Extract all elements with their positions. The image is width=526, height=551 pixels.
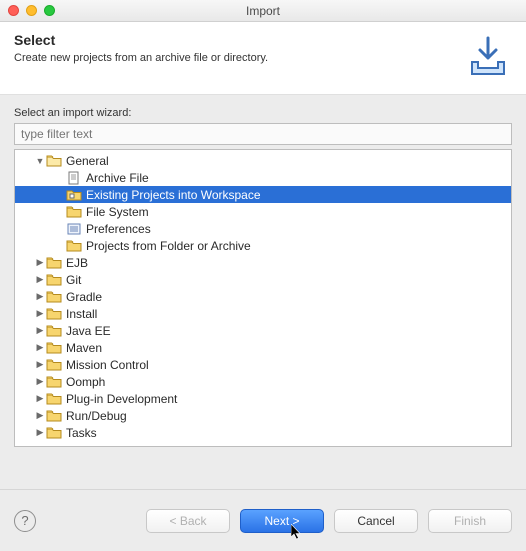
chevron-right-icon[interactable]	[35, 410, 45, 421]
folder-icon	[46, 409, 62, 423]
tree-category-java-ee[interactable]: Java EE	[15, 322, 511, 339]
tree-category-git[interactable]: Git	[15, 271, 511, 288]
wizard-footer: ? < Back Next > Cancel Finish	[0, 489, 526, 551]
tree-label: Run/Debug	[66, 409, 127, 423]
tree-item-preferences[interactable]: Preferences	[15, 220, 511, 237]
tree-label: Existing Projects into Workspace	[86, 188, 261, 202]
folder-icon	[46, 341, 62, 355]
window-controls	[8, 5, 55, 16]
chevron-right-icon[interactable]	[35, 376, 45, 387]
folder-icon	[46, 426, 62, 440]
folder-icon	[66, 239, 82, 253]
wizard-tree[interactable]: General Archive File Existing Projects i…	[14, 149, 512, 447]
tree-item-file-system[interactable]: File System	[15, 203, 511, 220]
tree-label: Archive File	[86, 171, 149, 185]
tree-label: Oomph	[66, 375, 105, 389]
tree-category-install[interactable]: Install	[15, 305, 511, 322]
tree-category-plugin-dev[interactable]: Plug-in Development	[15, 390, 511, 407]
next-button[interactable]: Next >	[240, 509, 324, 533]
back-button-label: < Back	[169, 514, 206, 528]
cancel-button-label: Cancel	[357, 514, 394, 528]
chevron-right-icon[interactable]	[35, 308, 45, 319]
minimize-icon[interactable]	[26, 5, 37, 16]
tree-label: File System	[86, 205, 149, 219]
import-banner-icon	[464, 32, 512, 80]
folder-icon	[46, 324, 62, 338]
tree-item-projects-from-folder[interactable]: Projects from Folder or Archive	[15, 237, 511, 254]
tree-label: Maven	[66, 341, 102, 355]
chevron-right-icon[interactable]	[35, 393, 45, 404]
tree-label: Mission Control	[66, 358, 149, 372]
folder-icon	[46, 375, 62, 389]
filter-input[interactable]	[14, 123, 512, 145]
folder-icon	[46, 358, 62, 372]
chevron-right-icon[interactable]	[35, 427, 45, 438]
tree-label: Preferences	[86, 222, 151, 236]
folder-open-icon	[46, 154, 62, 168]
tree-category-oomph[interactable]: Oomph	[15, 373, 511, 390]
folder-icon	[66, 205, 82, 219]
chevron-right-icon[interactable]	[35, 291, 45, 302]
page-description: Create new projects from an archive file…	[14, 52, 454, 64]
chevron-right-icon[interactable]	[35, 257, 45, 268]
tree-label: Plug-in Development	[66, 392, 177, 406]
tree-item-archive-file[interactable]: Archive File	[15, 169, 511, 186]
tree-label: Git	[66, 273, 81, 287]
folder-icon	[46, 392, 62, 406]
wizard-select-label: Select an import wizard:	[14, 107, 512, 119]
folder-icon	[46, 307, 62, 321]
chevron-right-icon[interactable]	[35, 342, 45, 353]
tree-label: Install	[66, 307, 97, 321]
folder-icon	[46, 290, 62, 304]
chevron-down-icon[interactable]	[35, 156, 45, 166]
tree-category-tasks[interactable]: Tasks	[15, 424, 511, 441]
back-button: < Back	[146, 509, 230, 533]
finish-button: Finish	[428, 509, 512, 533]
titlebar: Import	[0, 0, 526, 22]
folder-icon	[46, 256, 62, 270]
proj-icon	[66, 188, 82, 202]
chevron-right-icon[interactable]	[35, 274, 45, 285]
cursor-icon	[291, 524, 304, 543]
tree-item-existing-projects[interactable]: Existing Projects into Workspace	[15, 186, 511, 203]
maximize-icon[interactable]	[44, 5, 55, 16]
folder-icon	[46, 273, 62, 287]
tree-label: Gradle	[66, 290, 102, 304]
tree-label: Projects from Folder or Archive	[86, 239, 251, 253]
window-title: Import	[0, 4, 526, 18]
tree-category-run-debug[interactable]: Run/Debug	[15, 407, 511, 424]
finish-button-label: Finish	[454, 514, 486, 528]
chevron-right-icon[interactable]	[35, 359, 45, 370]
chevron-right-icon[interactable]	[35, 325, 45, 336]
wizard-header: Select Create new projects from an archi…	[0, 22, 526, 95]
tree-label: EJB	[66, 256, 88, 270]
tree-label: Tasks	[66, 426, 97, 440]
tree-category-maven[interactable]: Maven	[15, 339, 511, 356]
tree-category-mission-control[interactable]: Mission Control	[15, 356, 511, 373]
close-icon[interactable]	[8, 5, 19, 16]
prefs-icon	[66, 222, 82, 236]
help-button[interactable]: ?	[14, 510, 36, 532]
tree-category-gradle[interactable]: Gradle	[15, 288, 511, 305]
doc-icon	[66, 171, 82, 185]
tree-category-ejb[interactable]: EJB	[15, 254, 511, 271]
cancel-button[interactable]: Cancel	[334, 509, 418, 533]
tree-label: Java EE	[66, 324, 111, 338]
tree-category-general[interactable]: General	[15, 152, 511, 169]
page-title: Select	[14, 32, 454, 48]
wizard-body: Select an import wizard: General Archive…	[0, 95, 526, 455]
tree-label: General	[66, 154, 109, 168]
